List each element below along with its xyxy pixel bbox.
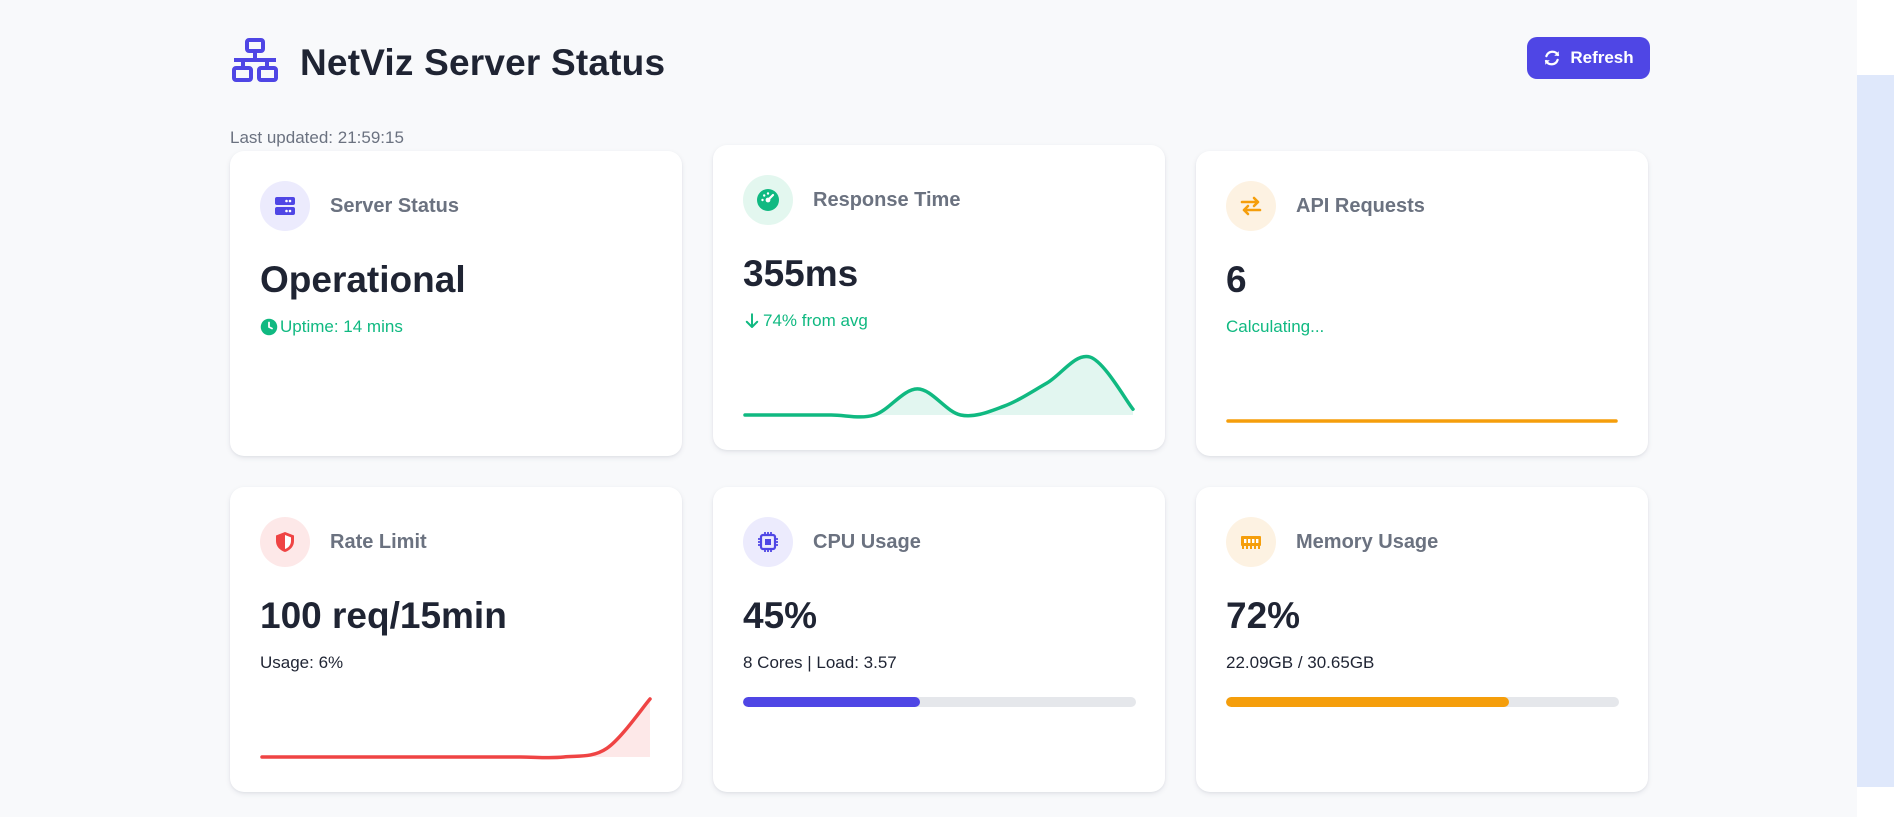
cpu-usage-card: CPU Usage 45% 8 Cores | Load: 3.57 xyxy=(713,487,1165,792)
card-label: API Requests xyxy=(1296,195,1425,217)
right-side-panel xyxy=(1857,75,1894,787)
memory-icon xyxy=(1241,536,1261,549)
response-time-card: Response Time 355ms 74% from avg xyxy=(713,145,1165,450)
card-label: Response Time xyxy=(813,189,961,211)
cpu-progress-fill xyxy=(743,697,920,707)
trend-text: 74% from avg xyxy=(743,311,868,331)
page-title: NetViz Server Status xyxy=(300,42,666,83)
memory-progress-fill xyxy=(1226,697,1509,707)
clock-icon xyxy=(260,318,278,336)
uptime-text: Uptime: 14 mins xyxy=(260,317,403,337)
network-icon xyxy=(232,38,278,82)
refresh-label: Refresh xyxy=(1570,48,1634,67)
refresh-icon xyxy=(1545,50,1560,66)
sparkline-line xyxy=(260,697,652,760)
cpu-icon xyxy=(758,532,778,552)
cpu-details: 8 Cores | Load: 3.57 xyxy=(743,653,897,672)
server-status-card: Server Status Operational Uptime: 14 min… xyxy=(230,151,682,456)
uptime-value: Uptime: 14 mins xyxy=(280,317,403,336)
sparkline-area xyxy=(262,699,650,758)
gauge-icon xyxy=(757,189,779,211)
api-requests-card: API Requests 6 Calculating... xyxy=(1196,151,1648,456)
shield-icon-wrap xyxy=(260,517,310,567)
card-label: Rate Limit xyxy=(330,531,427,553)
card-label: CPU Usage xyxy=(813,531,921,553)
card-value: 45% xyxy=(743,595,818,636)
requests-status: Calculating... xyxy=(1226,317,1325,336)
arrows-exchange-icon xyxy=(1240,196,1262,216)
last-updated: Last updated: 21:59:15 xyxy=(230,128,404,147)
card-value: 72% xyxy=(1226,595,1301,636)
card-value: 355ms xyxy=(743,253,859,294)
card-value: 6 xyxy=(1226,259,1247,300)
arrow-down-icon xyxy=(745,313,759,328)
memory-progress-bar xyxy=(1226,697,1619,707)
card-value: Operational xyxy=(260,259,466,300)
server-icon-wrap xyxy=(260,181,310,231)
cpu-icon-wrap xyxy=(743,517,793,567)
gauge-icon-wrap xyxy=(743,175,793,225)
server-icon xyxy=(275,197,295,215)
memory-details: 22.09GB / 30.65GB xyxy=(1226,653,1375,672)
sparkline-area xyxy=(745,356,1133,417)
card-label: Memory Usage xyxy=(1296,531,1439,553)
cpu-progress-bar xyxy=(743,697,1136,707)
rate-limit-card: Rate Limit 100 req/15min Usage: 6% xyxy=(230,487,682,792)
trend-value: 74% from avg xyxy=(763,311,868,330)
memory-icon-wrap xyxy=(1226,517,1276,567)
header: NetViz Server Status Refresh xyxy=(230,30,1650,90)
usage-text: Usage: 6% xyxy=(260,653,344,672)
refresh-button[interactable]: Refresh xyxy=(1527,37,1650,79)
memory-usage-card: Memory Usage 72% 22.09GB / 30.65GB xyxy=(1196,487,1648,792)
card-label: Server Status xyxy=(330,195,459,217)
exchange-icon-wrap xyxy=(1226,181,1276,231)
shield-icon xyxy=(276,532,294,552)
card-value: 100 req/15min xyxy=(260,595,507,636)
response-time-sparkline xyxy=(743,354,1135,419)
api-requests-sparkline xyxy=(1226,419,1618,423)
rate-limit-sparkline xyxy=(260,697,652,760)
